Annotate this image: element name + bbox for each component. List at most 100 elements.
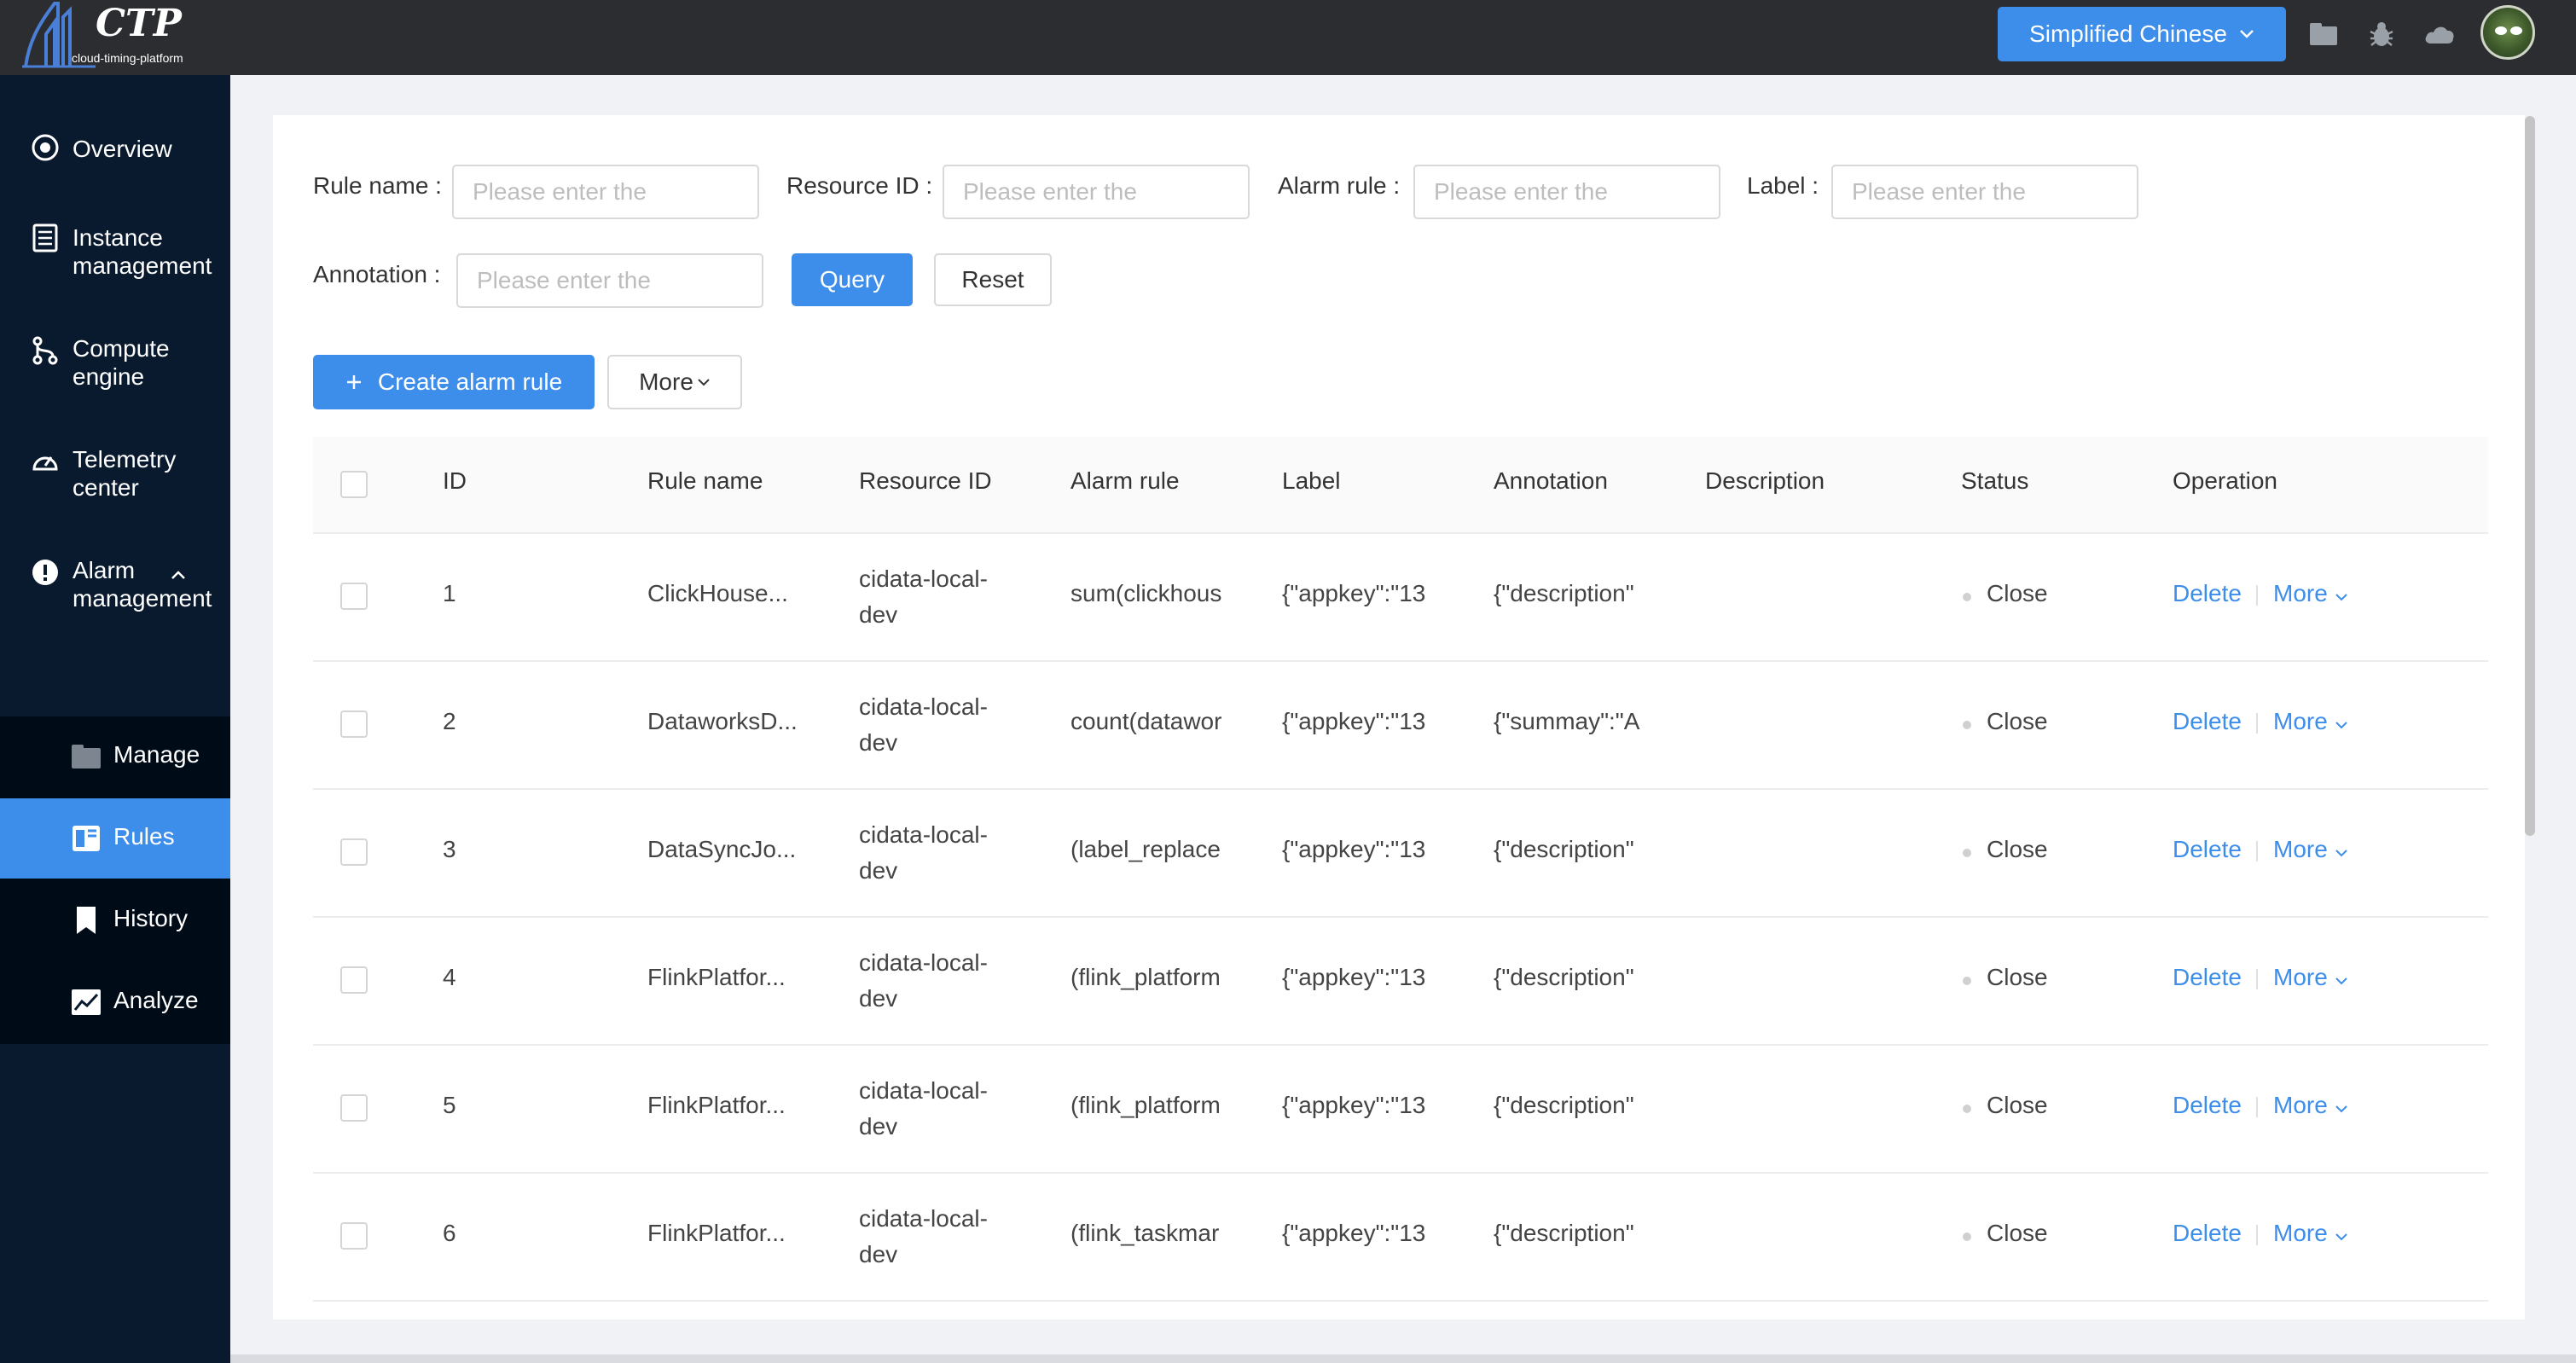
submenu-item-label: Rules <box>113 823 175 850</box>
language-select[interactable]: Simplified Chinese <box>1998 7 2286 61</box>
alarm-submenu: Manage Rules History Analyze <box>0 716 230 1044</box>
folder-icon[interactable] <box>2306 17 2341 51</box>
chevron-down-icon <box>2335 1233 2347 1241</box>
bug-icon[interactable] <box>2364 17 2399 51</box>
delete-link[interactable]: Delete <box>2173 708 2242 735</box>
status-dot <box>1963 1105 1971 1113</box>
cell-status: Close <box>1987 964 2048 990</box>
sidebar-item-instance-management[interactable]: Instance management <box>0 223 230 283</box>
annotation-label: Annotation : <box>313 261 441 287</box>
row-checkbox[interactable] <box>340 710 368 738</box>
table-row[interactable]: 2 DataworksD... cidata-local-dev count(d… <box>313 660 2488 790</box>
cell-resource-id: cidata-local-dev <box>859 1205 988 1267</box>
column-header-resource-id[interactable]: Resource ID <box>859 467 992 495</box>
chevron-down-icon <box>2335 594 2347 601</box>
logo-subtitle: cloud-timing-platform <box>72 51 183 65</box>
row-checkbox[interactable] <box>340 966 368 994</box>
sidebar-item-overview[interactable]: Overview <box>0 131 230 165</box>
target-icon <box>32 134 59 161</box>
delete-link[interactable]: Delete <box>2173 1092 2242 1119</box>
cell-status: Close <box>1987 1220 2048 1246</box>
alarm-rule-input[interactable] <box>1413 165 1720 219</box>
status-dot <box>1963 849 1971 857</box>
column-header-alarm-rule[interactable]: Alarm rule <box>1070 467 1180 495</box>
cell-alarm-rule: (flink_platform <box>1070 964 1221 990</box>
sidebar-item-alarm-management[interactable]: Alarm management <box>0 556 230 616</box>
chevron-down-icon <box>2335 722 2347 729</box>
cell-alarm-rule: (flink_platform <box>1070 1092 1221 1118</box>
column-header-annotation[interactable]: Annotation <box>1494 467 1608 495</box>
row-checkbox[interactable] <box>340 1222 368 1250</box>
cloud-icon[interactable] <box>2422 17 2457 51</box>
row-more-link[interactable]: More <box>2273 1092 2348 1119</box>
sidebar-item-label: Alarm management <box>73 557 212 612</box>
label-input[interactable] <box>1831 165 2138 219</box>
row-checkbox[interactable] <box>340 838 368 866</box>
column-header-label[interactable]: Label <box>1282 467 1341 495</box>
submenu-item-manage[interactable]: Manage <box>0 716 230 797</box>
cell-id: 2 <box>443 708 456 734</box>
table-row[interactable]: 5 FlinkPlatfor... cidata-local-dev (flin… <box>313 1044 2488 1174</box>
delete-link[interactable]: Delete <box>2173 580 2242 607</box>
delete-link[interactable]: Delete <box>2173 964 2242 991</box>
table-row[interactable]: 3 DataSyncJo... cidata-local-dev (label_… <box>313 788 2488 918</box>
submenu-item-analyze[interactable]: Analyze <box>0 962 230 1042</box>
more-actions-button[interactable]: More <box>607 355 742 409</box>
sidebar-item-compute-engine[interactable]: Compute engine <box>0 334 230 394</box>
column-header-status[interactable]: Status <box>1961 467 2028 495</box>
cell-annotation: {"description" <box>1494 964 1634 990</box>
alert-icon <box>32 560 58 585</box>
submenu-item-rules[interactable]: Rules <box>0 798 230 879</box>
delete-link[interactable]: Delete <box>2173 1220 2242 1247</box>
rule-name-input[interactable] <box>452 165 759 219</box>
column-header-id[interactable]: ID <box>443 467 467 495</box>
table-row[interactable]: 6 FlinkPlatfor... cidata-local-dev (flin… <box>313 1172 2488 1302</box>
cell-label: {"appkey":"13 <box>1282 708 1426 734</box>
cell-id: 1 <box>443 580 456 606</box>
column-header-operation: Operation <box>2173 467 2277 494</box>
cell-id: 3 <box>443 836 456 862</box>
reset-button[interactable]: Reset <box>934 253 1052 306</box>
sidebar-item-telemetry-center[interactable]: Telemetry center <box>0 445 230 505</box>
app-logo[interactable]: CTP cloud-timing-platform <box>17 0 205 75</box>
cell-resource-id: cidata-local-dev <box>859 566 988 628</box>
horizontal-scrollbar[interactable] <box>230 1354 2576 1363</box>
create-alarm-rule-button[interactable]: Create alarm rule <box>313 355 595 409</box>
select-all-checkbox[interactable] <box>340 471 368 498</box>
column-header-rule-name[interactable]: Rule name <box>647 467 763 495</box>
row-more-link[interactable]: More <box>2273 708 2348 735</box>
cell-rule-name: DataSyncJo... <box>647 836 797 862</box>
submenu-item-history[interactable]: History <box>0 880 230 960</box>
submenu-item-label: History <box>113 905 189 931</box>
query-button[interactable]: Query <box>792 253 913 306</box>
chevron-down-icon <box>698 379 710 386</box>
folder-icon <box>72 745 101 768</box>
row-more-link[interactable]: More <box>2273 580 2348 607</box>
scrollbar[interactable] <box>2525 116 2535 836</box>
resource-id-input[interactable] <box>943 165 1250 219</box>
reset-button-label: Reset <box>961 266 1024 293</box>
row-checkbox[interactable] <box>340 1094 368 1122</box>
status-dot <box>1963 1232 1971 1241</box>
cell-status: Close <box>1987 1092 2048 1118</box>
annotation-input[interactable] <box>456 253 763 308</box>
cell-status: Close <box>1987 580 2048 606</box>
cell-resource-id: cidata-local-dev <box>859 821 988 884</box>
row-more-link[interactable]: More <box>2273 836 2348 863</box>
more-button-label: More <box>639 368 693 395</box>
table-row[interactable]: 4 FlinkPlatfor... cidata-local-dev (flin… <box>313 916 2488 1046</box>
column-header-description[interactable]: Description <box>1705 467 1825 495</box>
user-avatar[interactable] <box>2480 5 2535 60</box>
sidebar-item-label: Instance management <box>73 224 212 279</box>
bookmark-icon <box>77 907 96 934</box>
row-checkbox[interactable] <box>340 583 368 610</box>
cell-rule-name: FlinkPlatfor... <box>647 1220 786 1246</box>
table-row[interactable]: 1 ClickHouse... cidata-local-dev sum(cli… <box>313 532 2488 662</box>
row-more-link[interactable]: More <box>2273 1220 2348 1247</box>
list-icon <box>32 223 58 252</box>
cell-status: Close <box>1987 836 2048 862</box>
row-more-link[interactable]: More <box>2273 964 2348 991</box>
delete-link[interactable]: Delete <box>2173 836 2242 863</box>
action-divider <box>2256 841 2258 861</box>
chevron-down-icon <box>2335 977 2347 985</box>
